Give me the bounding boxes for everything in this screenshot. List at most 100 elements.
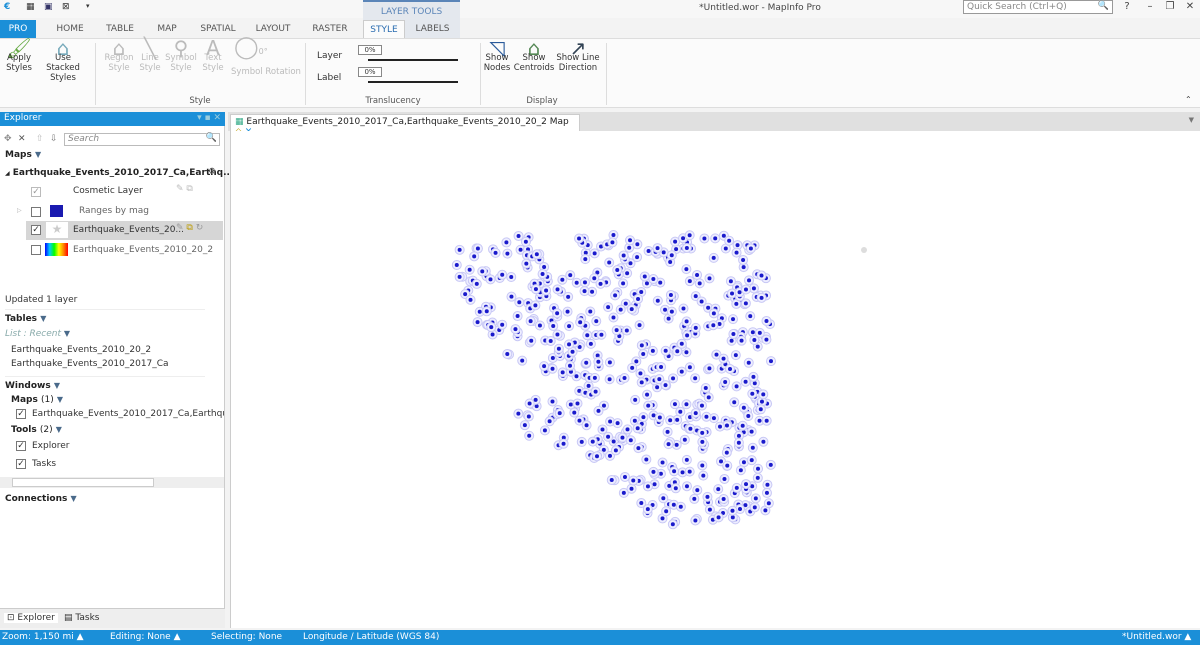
remove-icon[interactable]: ✕ <box>18 134 26 144</box>
earthquake-point[interactable] <box>481 306 492 317</box>
earthquake-point[interactable] <box>731 381 742 392</box>
earthquake-point[interactable] <box>681 481 692 492</box>
connections-section-header[interactable]: Connections ▼ <box>5 494 77 504</box>
earthquake-point[interactable] <box>636 340 647 351</box>
tab-home[interactable]: HOME <box>48 20 92 38</box>
earthquake-point[interactable] <box>571 277 582 288</box>
earthquake-point[interactable] <box>595 278 606 289</box>
earthquake-point[interactable] <box>681 264 692 275</box>
earthquake-point[interactable] <box>657 457 668 468</box>
earthquake-point[interactable] <box>750 493 761 504</box>
earthquake-point[interactable] <box>728 314 739 325</box>
edit-pencil-icon[interactable]: ✎ ⧉ <box>176 184 193 194</box>
earthquake-point[interactable] <box>684 466 695 477</box>
earthquake-point[interactable] <box>660 380 671 391</box>
earthquake-point[interactable] <box>553 343 564 354</box>
earthquake-point[interactable] <box>652 295 663 306</box>
earthquake-point[interactable] <box>718 353 729 364</box>
layer-earthquake-events[interactable]: Earthquake_Events_20... <box>73 225 184 235</box>
earthquake-point[interactable] <box>654 412 665 423</box>
earthquake-point[interactable] <box>581 420 592 431</box>
windows-section-header[interactable]: Windows ▼ <box>5 381 60 391</box>
earthquake-point[interactable] <box>720 376 731 387</box>
tasks-tab[interactable]: ▤ Tasks <box>64 613 100 623</box>
earthquake-point[interactable] <box>526 335 537 346</box>
cosmetic-layer-checkbox[interactable]: ✓ <box>31 187 41 197</box>
map-node[interactable]: ◢ Earthquake_Events_2010_2017_Ca,Earthq.… <box>5 168 233 178</box>
earthquake-point[interactable] <box>619 471 630 482</box>
earthquake-point[interactable] <box>690 408 701 419</box>
earthquake-point[interactable] <box>523 411 534 422</box>
close-table-icon[interactable]: ⊠ <box>62 2 70 12</box>
earthquake-point[interactable] <box>591 451 602 462</box>
earthquake-point[interactable] <box>684 230 695 241</box>
earthquake-point[interactable] <box>731 482 742 493</box>
earthquake-point[interactable] <box>721 447 732 458</box>
earthquake-point[interactable] <box>749 335 760 346</box>
earthquake-point[interactable] <box>684 276 695 287</box>
earthquake-point[interactable] <box>761 315 772 326</box>
earthquake-point[interactable] <box>541 285 552 296</box>
earthquake-point[interactable] <box>736 335 747 346</box>
earthquake-point[interactable] <box>765 459 776 470</box>
minimize-button[interactable]: – <box>1140 1 1160 12</box>
map-window-checkbox[interactable]: ✓ <box>16 409 26 419</box>
symbol-style-button[interactable]: ⚲ Symbol Style <box>164 38 198 73</box>
earthquake-point[interactable] <box>690 322 701 333</box>
earthquake-layer-checkbox[interactable]: ✓ <box>31 225 41 235</box>
explorer-search-input[interactable]: Search 🔍 <box>64 133 220 146</box>
earthquake-point[interactable] <box>572 398 583 409</box>
earthquake-point[interactable] <box>531 249 542 260</box>
earthquake-point[interactable] <box>634 320 645 331</box>
use-stacked-styles-button[interactable]: ⌂ Use Stacked Styles <box>38 38 88 83</box>
earthquake-point[interactable] <box>730 350 741 361</box>
layer-cosmetic[interactable]: Cosmetic Layer <box>73 186 143 196</box>
earthquake-point[interactable] <box>675 406 686 417</box>
earthquake-point[interactable] <box>738 402 749 413</box>
earthquake-point[interactable] <box>524 430 535 441</box>
tab-labels[interactable]: LABELS <box>405 20 460 38</box>
earthquake-point[interactable] <box>569 407 580 418</box>
earthquake-point[interactable] <box>656 361 667 372</box>
new-table-icon[interactable]: ▦ <box>26 2 35 12</box>
projection-status[interactable]: Longitude / Latitude (WGS 84) <box>303 632 439 642</box>
earthquake-point[interactable] <box>564 321 575 332</box>
earthquake-point[interactable] <box>713 512 724 523</box>
earthquake-point[interactable] <box>719 473 730 484</box>
earthquake-point[interactable] <box>740 284 751 295</box>
tables-section-header[interactable]: Tables ▼ <box>5 314 46 324</box>
earthquake-point[interactable] <box>728 329 739 340</box>
earthquake-point[interactable] <box>660 345 671 356</box>
earthquake-point[interactable] <box>669 466 680 477</box>
earthquake-point[interactable] <box>735 465 746 476</box>
earthquake-point[interactable] <box>662 426 673 437</box>
earthquake-point[interactable] <box>642 389 653 400</box>
earthquake-point[interactable] <box>585 306 596 317</box>
earthquake-point[interactable] <box>753 463 764 474</box>
earthquake-point[interactable] <box>490 247 501 258</box>
search-icon[interactable]: 🔍 <box>206 133 217 143</box>
maps-section-header[interactable]: Maps ▼ <box>5 150 41 160</box>
earthquake-point[interactable] <box>731 247 742 258</box>
earthquake-point[interactable] <box>696 296 707 307</box>
earthquake-point[interactable] <box>513 408 524 419</box>
earthquake-point[interactable] <box>681 399 692 410</box>
line-style-button[interactable]: ╲ Line Style <box>136 38 164 73</box>
tool-tasks[interactable]: Tasks <box>32 459 56 469</box>
earthquake-point[interactable] <box>618 278 629 289</box>
earthquake-point[interactable] <box>552 308 563 319</box>
earthquake-point[interactable] <box>725 276 736 287</box>
earthquake-point[interactable] <box>643 400 654 411</box>
earthquake-point[interactable] <box>642 481 653 492</box>
earthquake-point[interactable] <box>638 348 649 359</box>
earthquake-point[interactable] <box>502 248 513 259</box>
earthquake-point[interactable] <box>729 397 740 408</box>
earthquake-point[interactable] <box>510 324 521 335</box>
earthquake-point[interactable] <box>701 411 712 422</box>
earthquake-point[interactable] <box>497 319 508 330</box>
earthquake-point[interactable] <box>628 475 639 486</box>
panel-options-icon[interactable]: ▾ ▪ ✕ <box>197 113 221 123</box>
earthquake-2-checkbox[interactable] <box>31 245 41 255</box>
earthquake-point[interactable] <box>741 479 752 490</box>
region-style-button[interactable]: ⌂ Region Style <box>102 38 136 73</box>
